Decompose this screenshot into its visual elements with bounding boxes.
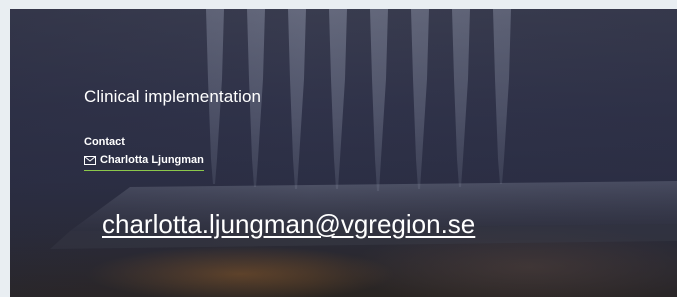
envelope-icon — [84, 155, 96, 165]
contact-banner: Clinical implementation Contact Charlott… — [10, 9, 677, 297]
section-heading: Clinical implementation — [84, 87, 262, 106]
contact-person-link[interactable]: Charlotta Ljungman — [84, 154, 204, 171]
contact-label: Contact — [84, 136, 125, 148]
contact-name: Charlotta Ljungman — [100, 154, 204, 166]
background-overlay — [10, 9, 677, 297]
email-link[interactable]: charlotta.ljungman@vgregion.se — [102, 209, 475, 240]
